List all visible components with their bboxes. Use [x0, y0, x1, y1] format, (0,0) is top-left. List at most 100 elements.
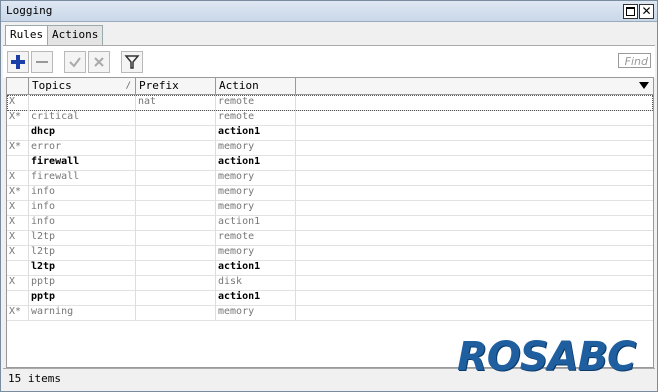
row-flag: X* [7, 305, 29, 320]
x-icon [94, 57, 104, 67]
row-flag: X [7, 230, 29, 245]
table-row[interactable]: X* warning memory [7, 305, 653, 321]
row-action: remote [216, 110, 296, 125]
row-topics: dhcp [29, 125, 136, 140]
find-input[interactable]: Find [618, 53, 651, 68]
row-flag: X* [7, 140, 29, 155]
row-prefix [136, 155, 216, 170]
row-flag: X [7, 95, 29, 110]
row-action: memory [216, 170, 296, 185]
tab-actions[interactable]: Actions [47, 25, 104, 46]
table-row[interactable]: l2tp action1 [7, 260, 653, 276]
row-prefix [136, 185, 216, 200]
table-row[interactable]: X* error memory [7, 140, 653, 156]
logging-window: Logging ✕ Rules Actions Find Topics / Pr… [0, 0, 658, 392]
row-topics: info [29, 215, 136, 230]
row-action: memory [216, 305, 296, 320]
table-row[interactable]: Xinfo action1 [7, 215, 653, 231]
column-flag[interactable] [7, 78, 29, 94]
row-topics: l2tp [29, 230, 136, 245]
item-count: 15 items [8, 372, 61, 385]
plus-icon [11, 55, 25, 69]
row-topics: info [29, 185, 136, 200]
row-action: memory [216, 245, 296, 260]
table-row[interactable]: Xpptp disk [7, 275, 653, 291]
row-prefix [136, 305, 216, 320]
row-flag [7, 125, 29, 140]
row-topics: firewall [29, 155, 136, 170]
table-header: Topics / Prefix Action [7, 78, 653, 95]
row-prefix [136, 290, 216, 305]
row-flag: X [7, 200, 29, 215]
table-row[interactable]: Xfirewall memory [7, 170, 653, 186]
enable-button[interactable] [64, 51, 86, 73]
close-button[interactable]: ✕ [639, 4, 654, 19]
table-row[interactable]: Xinfo memory [7, 200, 653, 216]
row-action: action1 [216, 155, 296, 170]
remove-button[interactable] [31, 51, 53, 73]
table-row[interactable]: X* info memory [7, 185, 653, 201]
filter-icon [124, 55, 140, 69]
table-row[interactable]: Xl2tp memory [7, 245, 653, 261]
disable-button[interactable] [88, 51, 110, 73]
row-flag: X [7, 215, 29, 230]
table-row[interactable]: dhcp action1 [7, 125, 653, 141]
row-topics: l2tp [29, 245, 136, 260]
row-prefix [136, 170, 216, 185]
row-action: action1 [216, 290, 296, 305]
row-topics: error [29, 140, 136, 155]
column-topics-label: Topics [32, 79, 72, 92]
row-flag [7, 260, 29, 275]
row-flag: X [7, 245, 29, 260]
row-prefix [136, 200, 216, 215]
check-icon [69, 57, 81, 68]
row-flag: X [7, 170, 29, 185]
row-topics: pptp [29, 275, 136, 290]
row-topics: warning [29, 305, 136, 320]
maximize-button[interactable] [623, 4, 638, 19]
row-action: remote [216, 95, 296, 110]
row-topics: info [29, 200, 136, 215]
row-flag: X [7, 275, 29, 290]
row-prefix: nat [136, 95, 216, 110]
filter-button[interactable] [121, 51, 143, 73]
row-action: action1 [216, 215, 296, 230]
row-prefix [136, 140, 216, 155]
row-prefix [136, 125, 216, 140]
row-action: disk [216, 275, 296, 290]
table-row[interactable]: Xnat remote [7, 95, 653, 111]
column-prefix[interactable]: Prefix [136, 78, 216, 94]
column-dropdown-icon[interactable] [639, 82, 649, 89]
row-flag: X* [7, 110, 29, 125]
row-action: remote [216, 230, 296, 245]
minus-icon [36, 61, 48, 63]
column-topics[interactable]: Topics / [29, 78, 136, 94]
table-row[interactable]: pptp action1 [7, 290, 653, 306]
row-action: action1 [216, 125, 296, 140]
watermark-logo: ROSABC [457, 334, 636, 380]
rules-table: Topics / Prefix Action Xnat remote X* criti… [6, 77, 654, 368]
row-prefix [136, 260, 216, 275]
row-prefix [136, 110, 216, 125]
add-button[interactable] [7, 51, 29, 73]
row-topics [29, 95, 136, 110]
row-topics: l2tp [29, 260, 136, 275]
row-topics: pptp [29, 290, 136, 305]
row-prefix [136, 275, 216, 290]
sort-icon: / [125, 81, 131, 91]
row-action: memory [216, 185, 296, 200]
title-bar[interactable]: Logging ✕ [1, 1, 657, 22]
table-row[interactable]: X* critical remote [7, 110, 653, 126]
row-topics: critical [29, 110, 136, 125]
tab-rules[interactable]: Rules [5, 25, 49, 47]
window-title: Logging [6, 4, 53, 17]
row-action: memory [216, 200, 296, 215]
row-topics: firewall [29, 170, 136, 185]
row-prefix [136, 215, 216, 230]
column-action[interactable]: Action [216, 78, 296, 94]
row-prefix [136, 230, 216, 245]
table-row[interactable]: Xl2tp remote [7, 230, 653, 246]
row-flag [7, 155, 29, 170]
table-row[interactable]: firewall action1 [7, 155, 653, 171]
row-action: memory [216, 140, 296, 155]
